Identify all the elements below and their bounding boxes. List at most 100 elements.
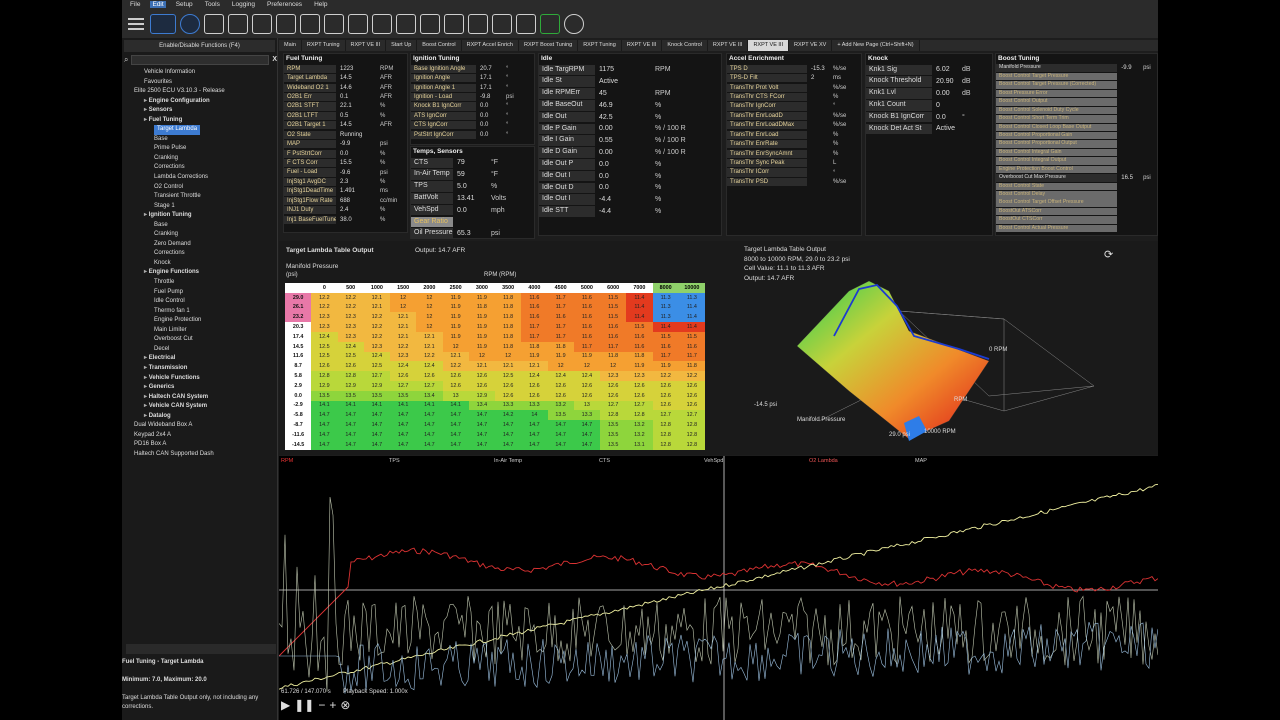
tree-item[interactable]: Base [122,221,277,231]
table-cell[interactable]: 14.7 [337,439,364,450]
open-folder-icon[interactable] [228,13,248,34]
table-cell[interactable]: 11.8 [495,331,522,342]
menu-preferences[interactable]: Preferences [265,1,304,8]
table-cell[interactable]: 11.9 [442,302,469,313]
table-cell[interactable]: 12.2 [337,302,364,313]
save-as-icon[interactable] [276,13,296,34]
table-cell[interactable]: 12.7 [390,380,417,391]
tab-7[interactable]: RXPT Tuning [578,40,622,51]
table-cell[interactable]: 12.6 [521,390,548,401]
table-cell[interactable]: 12.8 [652,420,679,430]
table-cell[interactable]: 13.1 [626,439,653,450]
table-cell[interactable]: 13.5 [600,429,627,440]
export-icon[interactable] [492,13,512,34]
table-cell[interactable]: 12.6 [521,380,548,391]
table-cell[interactable]: 11.6 [573,292,600,303]
table-cell[interactable]: 14.7 [390,429,417,440]
tree-item[interactable]: Knock [122,259,277,269]
table-cell[interactable]: 12.7 [363,371,390,381]
table-cell[interactable]: 11.9 [442,292,469,303]
tab-11[interactable]: RXPT VE III [748,40,789,51]
table-cell[interactable]: 11.9 [442,312,469,323]
table-cell[interactable]: 12.6 [442,371,469,381]
table-cell[interactable]: 11.3 [678,292,705,303]
table-cell[interactable]: 12.6 [416,371,443,381]
table-cell[interactable]: 12.7 [600,400,627,411]
table-cell[interactable]: 13.5 [600,420,627,430]
table-cell[interactable]: 13.2 [547,400,574,411]
table-cell[interactable]: 11.6 [573,322,600,332]
table-cell[interactable]: 12.1 [390,331,417,342]
table-cell[interactable]: 11.6 [573,302,600,313]
table-cell[interactable]: 11.6 [600,331,627,342]
menu-logging[interactable]: Logging [230,1,257,8]
table-cell[interactable]: 12.2 [390,341,417,352]
dials-icon[interactable] [564,13,584,34]
tree-item[interactable]: ▸ Engine Functions [122,268,277,278]
table-cell[interactable]: 14.7 [311,420,338,430]
table-cell[interactable]: 14.7 [363,410,390,421]
table-cell[interactable]: 11.9 [468,292,495,303]
tree-item[interactable]: ▸ Generics [122,383,277,393]
table-cell[interactable]: 11.7 [547,292,574,303]
table-cell[interactable]: 12 [416,322,443,332]
table-cell[interactable]: 11.7 [573,341,600,352]
table-cell[interactable]: 14.7 [521,439,548,450]
table-cell[interactable]: 13.3 [573,410,600,421]
tab-10[interactable]: RXPT VE III [708,40,749,51]
table-cell[interactable]: 13.5 [600,439,627,450]
close-icon[interactable]: X [272,56,277,63]
table-cell[interactable]: 12.5 [495,371,522,381]
table-cell[interactable]: 11.6 [626,331,653,342]
table-cell[interactable]: 14.7 [573,420,600,430]
table-cell[interactable]: 12.8 [337,371,364,381]
table-cell[interactable]: 11.8 [495,322,522,332]
tree-item[interactable]: ▸ Vehicle CAN System [122,402,277,412]
program-icon[interactable] [540,13,560,34]
table-cell[interactable]: 11.9 [468,322,495,332]
table-cell[interactable]: 14.7 [416,429,443,440]
table-cell[interactable]: 11.7 [547,322,574,332]
table-cell[interactable]: 12 [390,302,417,313]
connect-ecu-icon[interactable] [150,13,176,34]
refresh-icon[interactable]: ⟳ [1104,248,1113,261]
table-cell[interactable]: 11.3 [652,302,679,313]
table-cell[interactable]: 11.6 [573,331,600,342]
table-cell[interactable]: 11.6 [521,302,548,313]
table-cell[interactable]: 14.7 [547,420,574,430]
table-cell[interactable]: 12.6 [573,380,600,391]
table-cell[interactable]: 12.4 [416,361,443,372]
table-cell[interactable]: 12 [390,292,417,303]
table-icon[interactable] [420,13,440,34]
table-cell[interactable]: 12.1 [363,292,390,303]
tab-13[interactable]: + Add New Page (Ctrl+Shift+N) [832,40,920,51]
table-cell[interactable]: 11.6 [626,341,653,352]
table-cell[interactable]: 11.4 [626,302,653,313]
table-cell[interactable]: 12.3 [600,371,627,381]
tree-item[interactable]: Fuel Pump [122,288,277,298]
table-cell[interactable]: 12.6 [678,390,705,401]
table-cell[interactable]: 11.8 [495,292,522,303]
table-cell[interactable]: 12.4 [390,361,417,372]
table-cell[interactable]: 12.6 [678,380,705,391]
table-cell[interactable]: 14.1 [363,400,390,411]
table-cell[interactable]: 12.9 [311,380,338,391]
table-cell[interactable]: 11.8 [521,341,548,352]
table-cell[interactable]: 14.7 [390,439,417,450]
table-cell[interactable]: 12.6 [573,390,600,401]
table-cell[interactable]: 12.6 [652,400,679,411]
play-icon[interactable]: ▶ [281,698,290,712]
datalog-viewer[interactable]: RPM TPS In-Air Temp CTS VehSpd O2 Lambda MAP 6… [279,456,1158,720]
table-cell[interactable]: 11.8 [547,341,574,352]
tree-item[interactable]: ▸ Ignition Tuning [122,211,277,221]
table-cell[interactable]: 13.5 [390,390,417,401]
table-cell[interactable]: 11.8 [495,302,522,313]
table-cell[interactable]: 14.7 [390,410,417,421]
table-cell[interactable]: 14.7 [311,410,338,421]
table-cell[interactable]: 12.9 [468,390,495,401]
tree-item[interactable]: Cranking [122,154,277,164]
table-cell[interactable]: 14 [521,410,548,421]
tab-1[interactable]: RXPT Tuning [302,40,346,51]
table-cell[interactable]: 11.7 [521,331,548,342]
tree-item[interactable]: Main Limiter [122,326,277,336]
